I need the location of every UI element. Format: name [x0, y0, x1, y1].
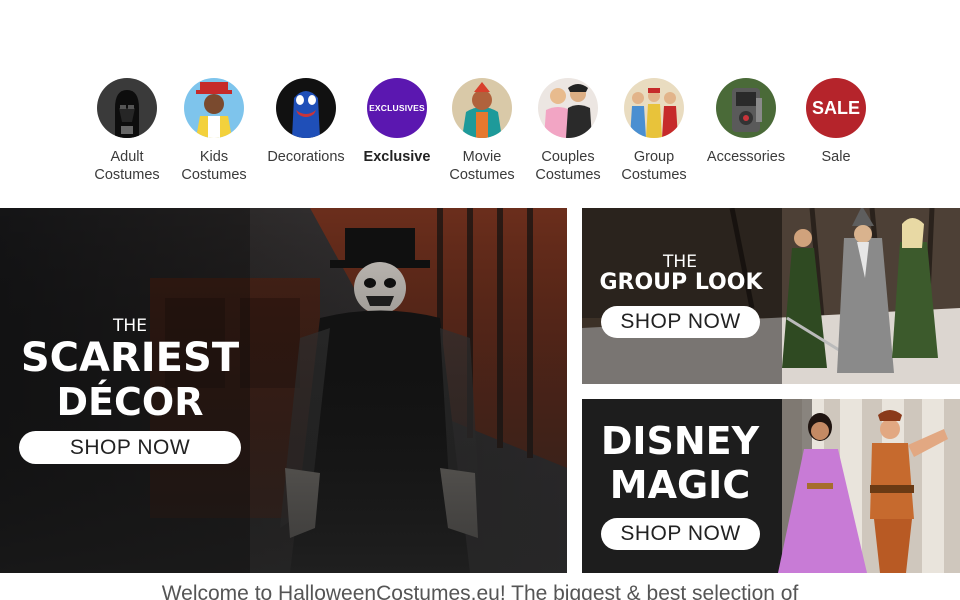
- banner-disney-magic[interactable]: DISNEY MAGIC SHOP NOW: [582, 399, 960, 573]
- category-label-line2: Costumes: [94, 167, 160, 183]
- sale-badge-text: SALE: [811, 97, 860, 118]
- category-adult-costumes[interactable]: Adult Costumes: [77, 78, 177, 184]
- kid-costume-icon: [184, 78, 244, 138]
- proton-pack-icon: [716, 78, 776, 138]
- group-costume-icon: [624, 78, 684, 138]
- exclusives-badge-text: EXCLUSIVES: [369, 103, 425, 113]
- darth-vader-icon: [97, 78, 157, 138]
- category-couples-costumes[interactable]: Couples Costumes: [518, 78, 618, 184]
- category-sale[interactable]: SALE Sale: [786, 78, 886, 166]
- hero-pre-title: THE: [113, 316, 147, 336]
- group-look-shop-now-button[interactable]: SHOP NOW: [601, 306, 760, 338]
- disney-shop-now-button[interactable]: SHOP NOW: [601, 518, 760, 550]
- blue-monster-icon: [276, 78, 336, 138]
- hero-shop-now-button[interactable]: SHOP NOW: [19, 431, 241, 464]
- category-label: Group: [633, 149, 675, 165]
- banner-group-look[interactable]: THE GROUP LOOK SHOP NOW: [582, 208, 960, 384]
- category-label-line2: Costumes: [535, 167, 601, 183]
- movie-costume-icon: [452, 78, 512, 138]
- category-label: Decorations: [267, 149, 345, 165]
- hero-banner-scariest-decor[interactable]: THE SCARIEST DÉCOR YET SHOP NOW: [0, 208, 567, 573]
- disney-title-line1: DISNEY: [600, 419, 760, 463]
- couple-costume-icon: [538, 78, 598, 138]
- category-label: Kids: [199, 149, 229, 165]
- category-label: Adult: [110, 149, 144, 165]
- category-movie-costumes[interactable]: Movie Costumes: [432, 78, 532, 184]
- hero-title-line1: SCARIEST: [20, 335, 240, 381]
- category-accessories[interactable]: Accessories: [696, 78, 796, 166]
- exclusives-badge-icon: EXCLUSIVES: [367, 78, 427, 138]
- category-label-line2: Costumes: [621, 167, 687, 183]
- category-decorations[interactable]: Decorations: [256, 78, 356, 166]
- category-label: Sale: [821, 149, 851, 165]
- group-look-pre-title: THE: [663, 252, 697, 272]
- category-label: Movie: [462, 149, 502, 165]
- category-label: Couples: [541, 149, 595, 165]
- category-nav: Adult Costumes Kids Costumes Decorations…: [0, 78, 960, 188]
- sale-badge-icon: SALE: [806, 78, 866, 138]
- category-label: Accessories: [706, 149, 786, 165]
- category-kids-costumes[interactable]: Kids Costumes: [164, 78, 264, 184]
- welcome-heading: Welcome to HalloweenCostumes.eu! The big…: [161, 582, 799, 600]
- disney-title-line2: MAGIC: [609, 463, 751, 507]
- group-look-title: GROUP LOOK: [599, 270, 763, 295]
- category-label-line2: Costumes: [181, 167, 247, 183]
- category-group-costumes[interactable]: Group Costumes: [604, 78, 704, 184]
- group-look-background-image: [582, 208, 960, 384]
- category-label-line2: Costumes: [449, 167, 515, 183]
